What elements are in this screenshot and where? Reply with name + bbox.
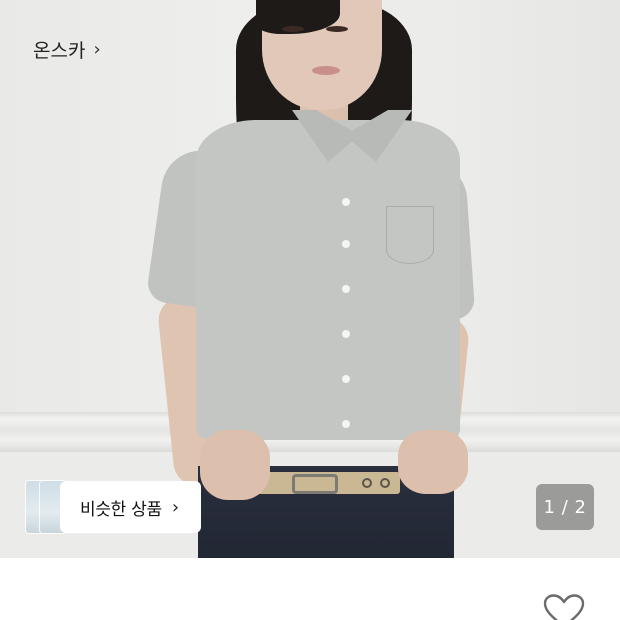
model-eye-left [282, 26, 304, 32]
shirt-button [342, 240, 350, 248]
image-counter: 1 / 2 [536, 484, 594, 530]
model-eye-right [326, 26, 348, 32]
brand-name: 온스카 [33, 40, 86, 62]
model-hand-left [200, 430, 270, 500]
shirt-pocket [386, 206, 434, 264]
heart-outline-icon [543, 594, 585, 620]
model-lips [312, 66, 340, 75]
shirt-button [342, 285, 350, 293]
belt-grommet [362, 478, 372, 488]
similar-items-pill[interactable]: 비슷한 상품 › [60, 481, 201, 533]
wishlist-button[interactable] [543, 594, 585, 620]
chevron-right-icon: › [171, 496, 179, 518]
brand-link[interactable]: 온스카 › [33, 36, 101, 63]
brand-row [0, 558, 620, 620]
belt-buckle [292, 474, 338, 494]
chevron-right-icon: › [93, 39, 101, 60]
shirt-button [342, 330, 350, 338]
model-hand-right [398, 430, 468, 494]
product-image[interactable] [0, 0, 620, 558]
model-figure [0, 0, 620, 558]
shirt-body [196, 120, 460, 440]
similar-items-button[interactable]: 비슷한 상품 › [26, 481, 201, 533]
similar-items-label: 비슷한 상품 [80, 499, 162, 520]
belt-grommet [380, 478, 390, 488]
shirt-button [342, 420, 350, 428]
image-counter-text: 1 / 2 [543, 496, 587, 518]
shirt-button [342, 198, 350, 206]
shirt-button [342, 375, 350, 383]
